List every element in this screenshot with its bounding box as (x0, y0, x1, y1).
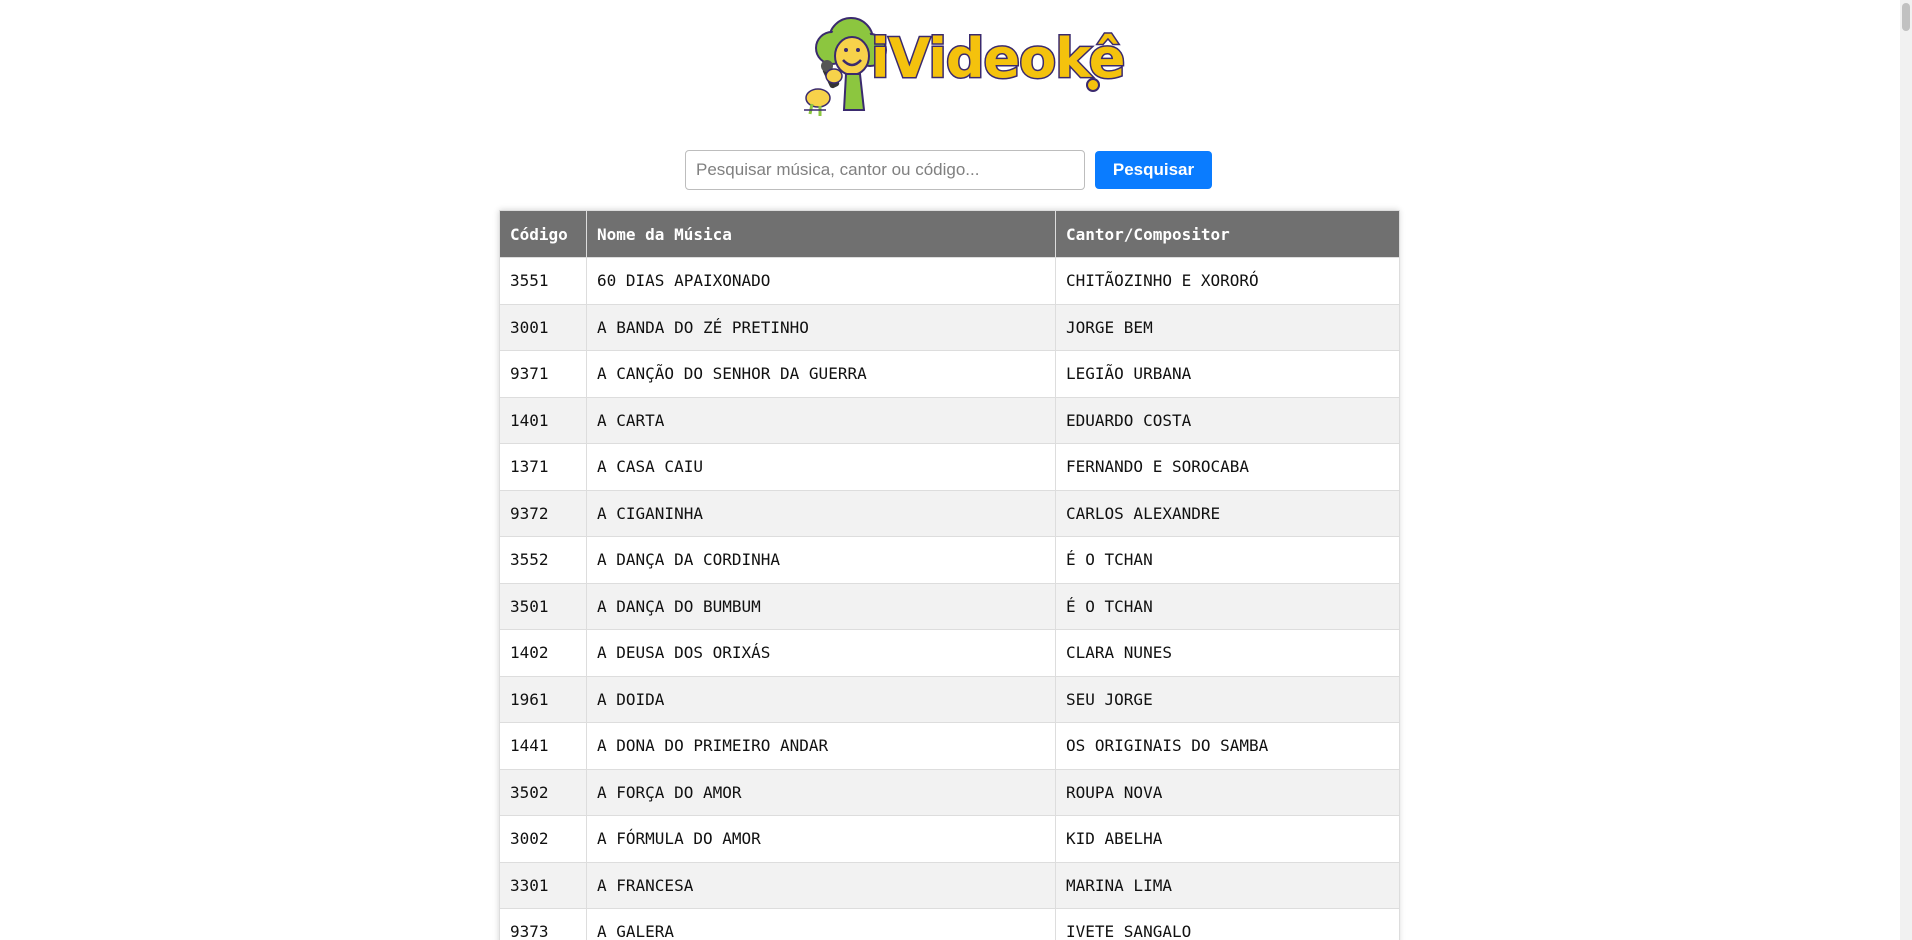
table-row[interactable]: 9372 A CIGANINHA CARLOS ALEXANDRE (499, 489, 1400, 537)
table-row[interactable]: 1961 A DOIDA SEU JORGE (499, 675, 1400, 723)
song-code-cell: 3552 (499, 536, 587, 584)
song-code-cell: 3301 (499, 861, 587, 909)
scrollbar-thumb[interactable] (1902, 3, 1910, 31)
table-row[interactable]: 1371 A CASA CAIU FERNANDO E SOROCABA (499, 443, 1400, 491)
artist-cell: IVETE SANGALO (1055, 908, 1400, 940)
artist-cell: LEGIÃO URBANA (1055, 350, 1400, 398)
artist-cell: FERNANDO E SOROCABA (1055, 443, 1400, 491)
table-header: Código Nome da Música Cantor/Compositor (499, 210, 1400, 258)
artist-cell: CHITÃOZINHO E XORORÓ (1055, 257, 1400, 305)
vertical-scrollbar[interactable] (1900, 0, 1912, 940)
table-row[interactable]: 1401 A CARTA EDUARDO COSTA (499, 396, 1400, 444)
column-header-artist[interactable]: Cantor/Compositor (1055, 210, 1400, 258)
column-header-song[interactable]: Nome da Música (586, 210, 1056, 258)
table-row[interactable]: 9373 A GALERA IVETE SANGALO (499, 908, 1400, 940)
song-name-cell: A CIGANINHA (586, 489, 1056, 537)
table-row[interactable]: 3501 A DANÇA DO BUMBUM É O TCHAN (499, 582, 1400, 630)
song-name-cell: A FORÇA DO AMOR (586, 768, 1056, 816)
artist-cell: É O TCHAN (1055, 536, 1400, 584)
songs-table-grid: Código Nome da Música Cantor/Compositor … (499, 210, 1400, 940)
song-name-cell: A DANÇA DA CORDINHA (586, 536, 1056, 584)
song-name-cell: A FRANCESA (586, 861, 1056, 909)
artist-cell: OS ORIGINAIS DO SAMBA (1055, 722, 1400, 770)
song-name-cell: A DANÇA DO BUMBUM (586, 582, 1056, 630)
song-code-cell: 1402 (499, 629, 587, 677)
artist-cell: CARLOS ALEXANDRE (1055, 489, 1400, 537)
song-code-cell: 9372 (499, 489, 587, 537)
song-name-cell: A CANÇÃO DO SENHOR DA GUERRA (586, 350, 1056, 398)
song-code-cell: 9371 (499, 350, 587, 398)
search-button[interactable]: Pesquisar (1095, 151, 1212, 189)
song-name-cell: A DONA DO PRIMEIRO ANDAR (586, 722, 1056, 770)
song-code-cell: 3502 (499, 768, 587, 816)
song-name-cell: A FÓRMULA DO AMOR (586, 815, 1056, 863)
artist-cell: KID ABELHA (1055, 815, 1400, 863)
song-name-cell: A DEUSA DOS ORIXÁS (586, 629, 1056, 677)
song-code-cell: 1961 (499, 675, 587, 723)
artist-cell: JORGE BEM (1055, 303, 1400, 351)
song-name-cell: A DOIDA (586, 675, 1056, 723)
song-code-cell: 3501 (499, 582, 587, 630)
artist-cell: É O TCHAN (1055, 582, 1400, 630)
table-row[interactable]: 3002 A FÓRMULA DO AMOR KID ABELHA (499, 815, 1400, 863)
song-code-cell: 9373 (499, 908, 587, 940)
table-body: 3551 60 DIAS APAIXONADO CHITÃOZINHO E XORO… (499, 257, 1400, 940)
column-header-code[interactable]: Código (499, 210, 587, 258)
song-code-cell: 1371 (499, 443, 587, 491)
table-row[interactable]: 3552 A DANÇA DA CORDINHA É O TCHAN (499, 536, 1400, 584)
table-header-row: Código Nome da Música Cantor/Compositor (499, 210, 1400, 258)
artist-cell: MARINA LIMA (1055, 861, 1400, 909)
page: iVideokê Pesquisar Código Nome da Música… (0, 0, 1912, 940)
song-code-cell: 3002 (499, 815, 587, 863)
artist-cell: SEU JORGE (1055, 675, 1400, 723)
logo-text: iVideokê (869, 27, 1126, 90)
song-code-cell: 3001 (499, 303, 587, 351)
table-row[interactable]: 3001 A BANDA DO ZÉ PRETINHO JORGE BEM (499, 303, 1400, 351)
table-row[interactable]: 1402 A DEUSA DOS ORIXÁS CLARA NUNES (499, 629, 1400, 677)
song-name-cell: A CASA CAIU (586, 443, 1056, 491)
artist-cell: EDUARDO COSTA (1055, 396, 1400, 444)
artist-cell: ROUPA NOVA (1055, 768, 1400, 816)
songs-table: Código Nome da Música Cantor/Compositor … (499, 210, 1400, 940)
table-row[interactable]: 3301 A FRANCESA MARINA LIMA (499, 861, 1400, 909)
table-row[interactable]: 9371 A CANÇÃO DO SENHOR DA GUERRA LEGIÃO U… (499, 350, 1400, 398)
song-code-cell: 3551 (499, 257, 587, 305)
song-name-cell: 60 DIAS APAIXONADO (586, 257, 1056, 305)
search-input[interactable] (685, 150, 1085, 190)
song-name-cell: A CARTA (586, 396, 1056, 444)
table-row[interactable]: 1441 A DONA DO PRIMEIRO ANDAR OS ORIGINAIS… (499, 722, 1400, 770)
song-code-cell: 1401 (499, 396, 587, 444)
logo[interactable]: iVideokê (796, 10, 1127, 120)
song-code-cell: 1441 (499, 722, 587, 770)
song-name-cell: A GALERA (586, 908, 1056, 940)
artist-cell: CLARA NUNES (1055, 629, 1400, 677)
registered-mark-icon (1086, 78, 1100, 92)
table-row[interactable]: 3502 A FORÇA DO AMOR ROUPA NOVA (499, 768, 1400, 816)
table-row[interactable]: 3551 60 DIAS APAIXONADO CHITÃOZINHO E XORO… (499, 257, 1400, 305)
song-name-cell: A BANDA DO ZÉ PRETINHO (586, 303, 1056, 351)
